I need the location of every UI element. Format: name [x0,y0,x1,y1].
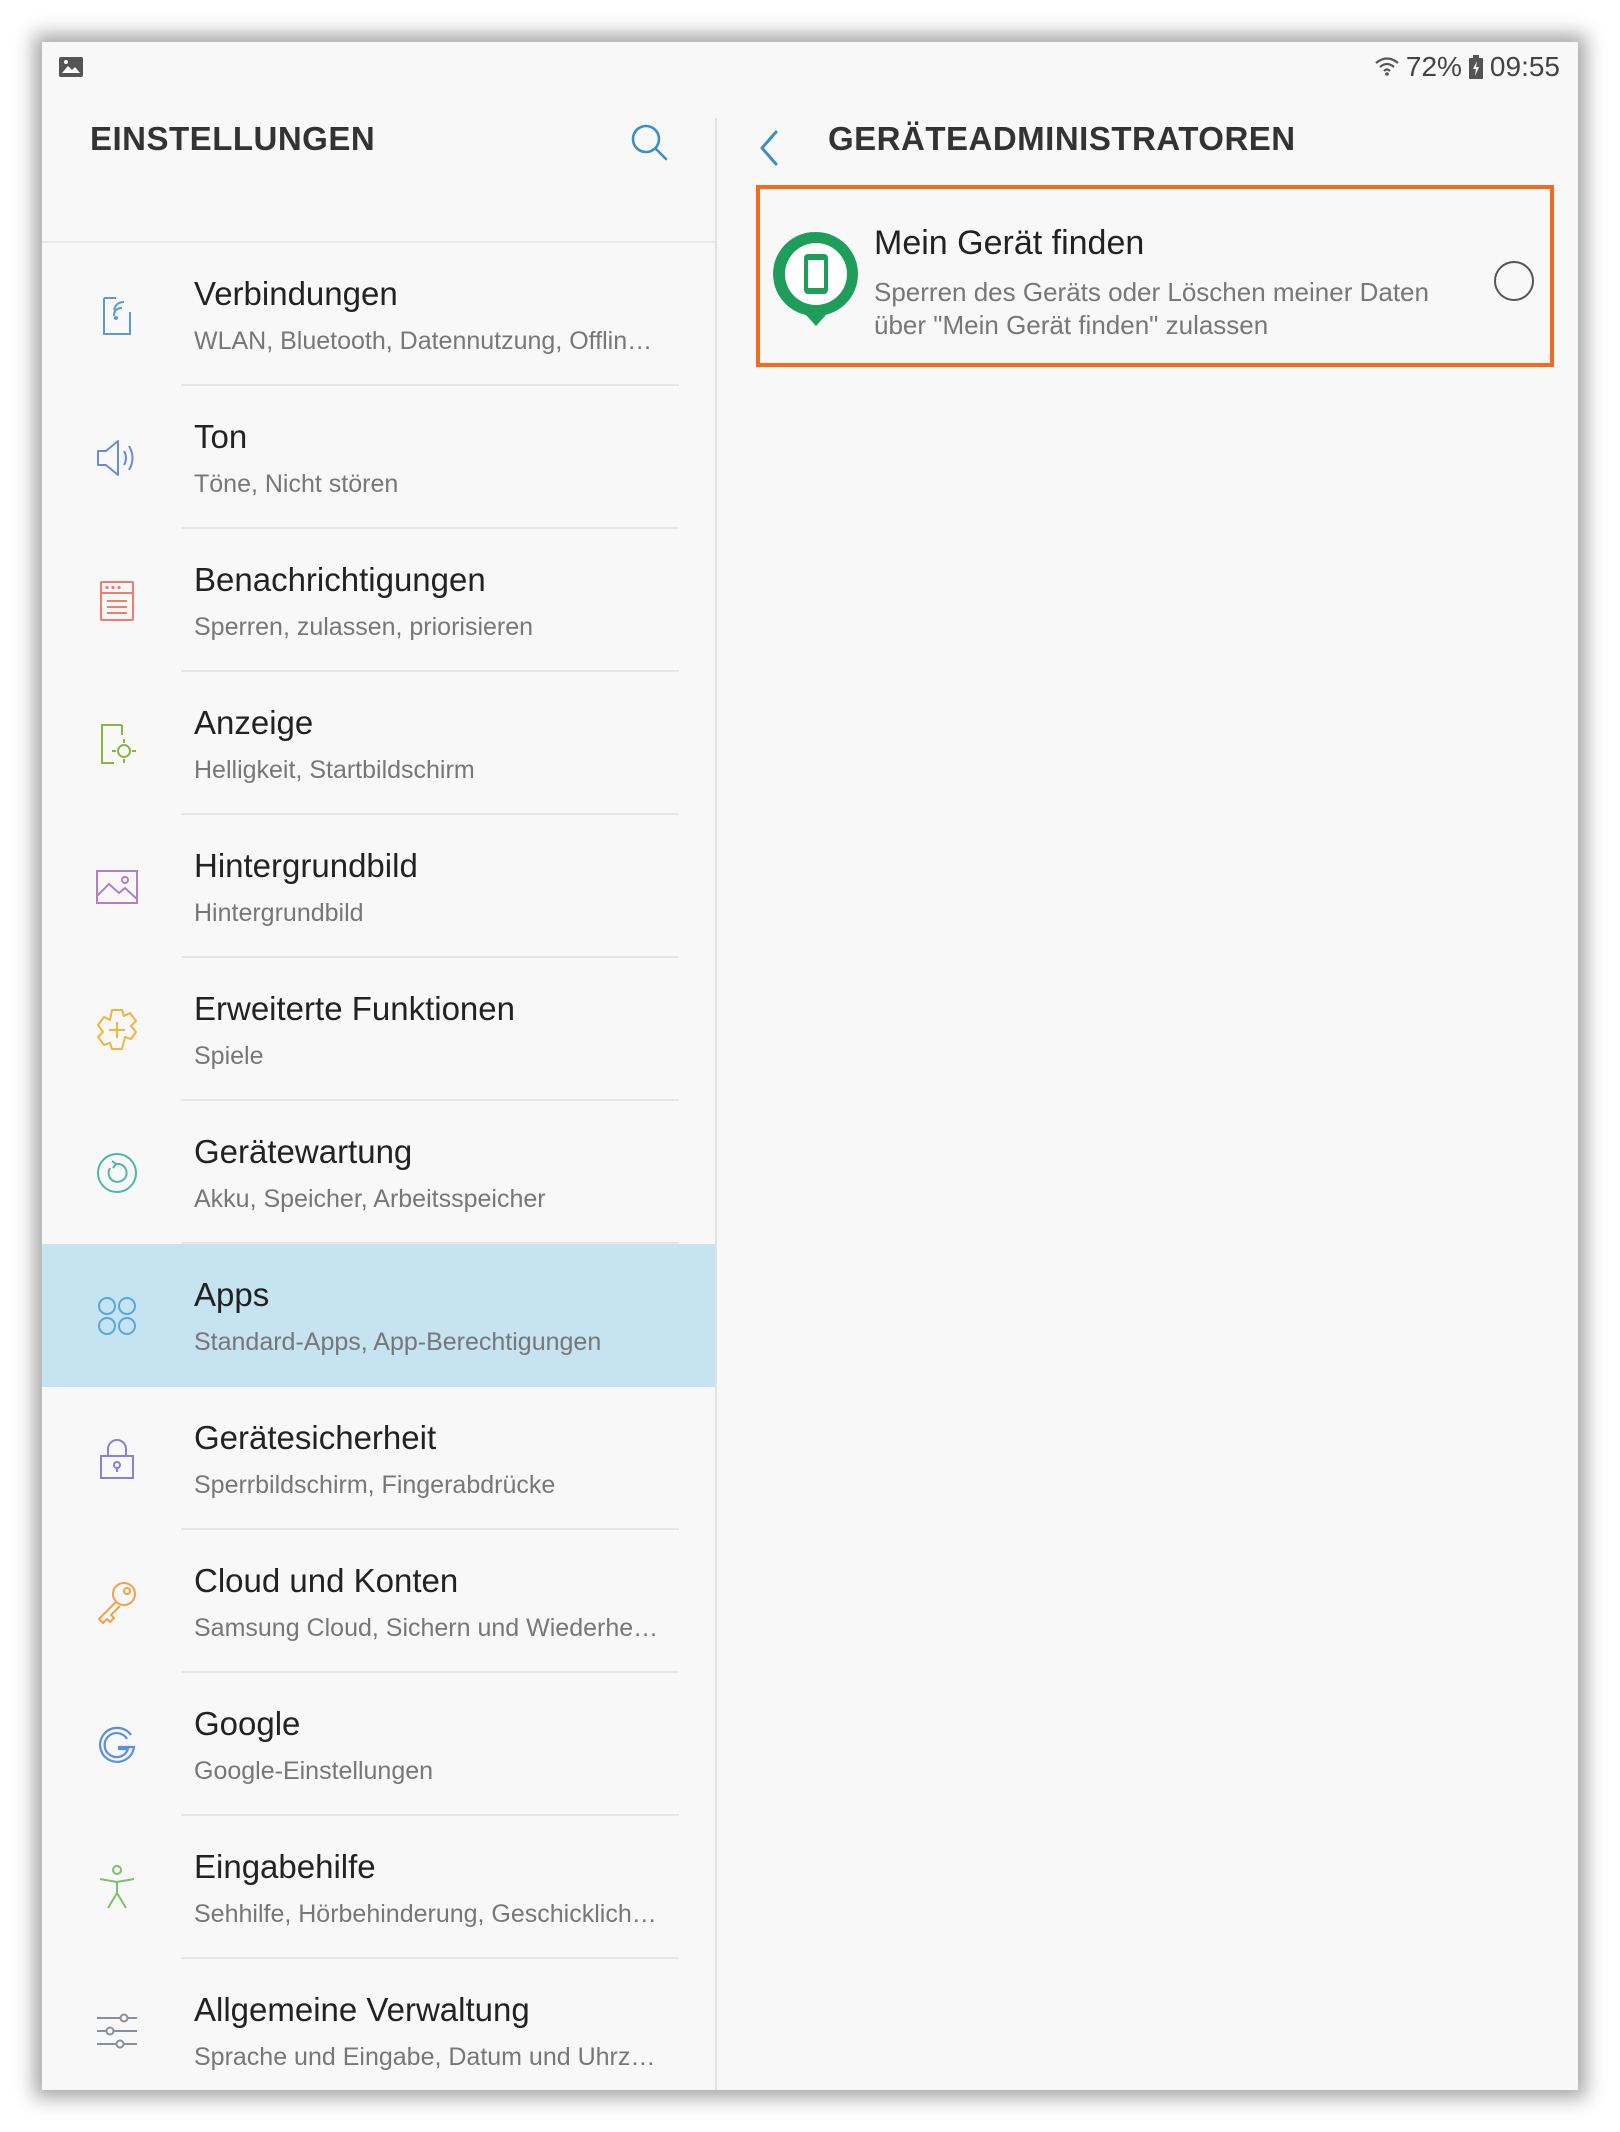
settings-item-erweiterte-funktionen[interactable]: Erweiterte Funktionen Spiele [42,958,715,1101]
settings-item-benachrichtigungen[interactable]: Benachrichtigungen Sperren, zulassen, pr… [42,529,715,672]
settings-item-verbindungen[interactable]: Verbindungen WLAN, Bluetooth, Datennutzu… [42,243,715,386]
settings-item-title: Apps [194,1276,270,1313]
settings-header [42,92,715,242]
google-icon [99,1726,136,1763]
settings-item-cloud-und-konten[interactable]: Cloud und Konten Samsung Cloud, Sichern … [42,1530,715,1673]
apps-icon [98,1297,136,1335]
general-management-icon [97,2013,137,2049]
settings-item-title: Cloud und Konten [194,1562,459,1599]
settings-item-title: Verbindungen [194,275,398,312]
settings-item-title: Erweiterte Funktionen [194,990,515,1027]
settings-item-google[interactable]: Google Google-Einstellungen [42,1673,715,1816]
settings-item-hintergrundbild[interactable]: Hintergrundbild Hintergrundbild [42,815,715,958]
settings-item-subtitle: Samsung Cloud, Sichern und Wiederher… [194,1614,664,1642]
section-title: GERÄTEADMINISTRATOREN [828,120,1296,157]
settings-item-subtitle: Hintergrundbild [194,899,364,927]
gallery-icon [59,57,83,77]
settings-item-title: Benachrichtigungen [194,561,486,598]
settings-item-subtitle: Helligkeit, Startbildschirm [194,756,475,784]
wifi-icon [1375,57,1399,76]
settings-item-subtitle: Sperrbildschirm, Fingerabdrücke [194,1471,556,1499]
settings-item-title: Eingabehilfe [194,1848,376,1885]
key-icon [98,1582,136,1624]
settings-item-eingabehilfe[interactable]: Eingabehilfe Sehhilfe, Hörbehinderung, G… [42,1816,715,1959]
settings-item-ton[interactable]: Ton Töne, Nicht stören [42,386,715,529]
highlight-frame [756,185,1554,367]
settings-item-allgemeine-verwaltung[interactable]: Allgemeine Verwaltung Sprache und Eingab… [42,1959,715,2090]
notifications-icon [100,581,134,621]
settings-item-title: Anzeige [194,704,314,741]
settings-item-subtitle: Google-Einstellungen [194,1757,434,1785]
status-right: 72% 09:55 [1374,50,1560,84]
search-icon[interactable] [627,120,671,164]
back-arrow-icon[interactable] [754,128,784,168]
battery-charging-icon [1468,55,1483,79]
settings-item-subtitle: Akku, Speicher, Arbeitsspeicher [194,1185,546,1213]
settings-item-subtitle: Sehhilfe, Hörbehinderung, Geschicklich… [194,1900,657,1928]
clock: 09:55 [1489,51,1560,82]
settings-item-subtitle: Töne, Nicht stören [194,470,399,498]
sound-icon [97,440,134,476]
settings-item-title: Allgemeine Verwaltung [194,1991,530,2028]
page-title: EINSTELLUNGEN [90,120,376,157]
settings-item-title: Gerätesicherheit [194,1419,437,1456]
panel-divider [715,118,717,2090]
wallpaper-icon [96,870,138,904]
settings-item-subtitle: WLAN, Bluetooth, Datennutzung, Offline… [194,327,664,355]
status-bar: 72% 09:55 [42,42,1578,92]
settings-item-title: Google [194,1705,301,1742]
settings-item-title: Hintergrundbild [194,847,418,884]
settings-item-geraetesicherheit[interactable]: Gerätesicherheit Sperrbildschirm, Finger… [42,1387,715,1530]
settings-item-anzeige[interactable]: Anzeige Helligkeit, Startbildschirm [42,672,715,815]
display-icon [101,724,136,764]
advanced-features-icon [97,1009,137,1050]
settings-item-title: Gerätewartung [194,1133,413,1170]
lock-icon [100,1439,134,1479]
settings-item-subtitle: Sperren, zulassen, priorisieren [194,613,534,641]
device-maintenance-icon [97,1153,137,1193]
settings-item-subtitle: Standard-Apps, App-Berechtigungen [194,1328,602,1356]
settings-item-subtitle: Spiele [194,1042,264,1070]
connections-icon [103,297,131,335]
accessibility-icon [99,1865,135,1909]
settings-item-geraetewartung[interactable]: Gerätewartung Akku, Speicher, Arbeitsspe… [42,1101,715,1244]
settings-list: Verbindungen WLAN, Bluetooth, Datennutzu… [42,243,715,2090]
battery-percent: 72% [1405,51,1462,82]
settings-item-apps[interactable]: Apps Standard-Apps, App-Berechtigungen [42,1244,715,1387]
tablet-screen: 72% 09:55 EINSTELLUNGEN Verbindungen WLA… [42,42,1578,2090]
settings-item-title: Ton [194,418,248,455]
settings-item-subtitle: Sprache und Eingabe, Datum und Uhrze… [194,2043,664,2071]
